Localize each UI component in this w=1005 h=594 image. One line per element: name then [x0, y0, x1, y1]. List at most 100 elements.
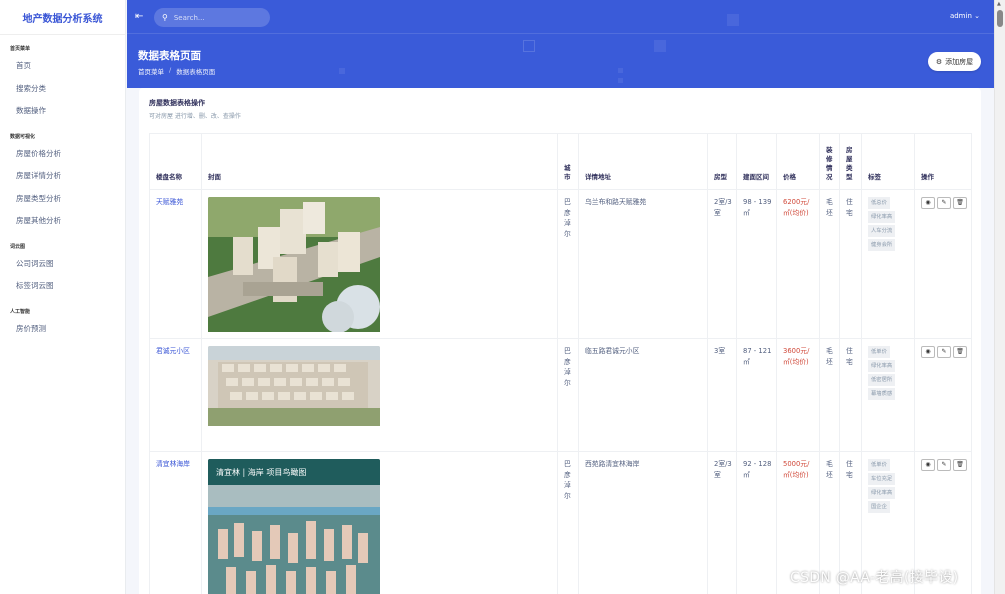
nav-heading-ai: 人工智能	[10, 308, 31, 315]
cell-tags: 低总价 绿化率高 人车分流 健身会所	[861, 189, 915, 339]
cell-name: 天赋雅苑	[149, 189, 202, 339]
add-house-label: 添加房屋	[945, 57, 974, 66]
table-row: 天赋雅苑 巴彦淖尔 乌兰布和路天赋雅苑 2室/3室 98 - 139㎡ 6200…	[149, 189, 972, 339]
gear-icon: ⚙	[935, 57, 943, 66]
cell-city: 巴彦淖尔	[557, 189, 579, 339]
brand-title[interactable]: 地产数据分析系统	[0, 0, 125, 35]
house-name-link[interactable]: 清宜林海岸	[156, 460, 190, 468]
tag-badge: 绿化率高	[868, 360, 896, 372]
tag-badge: 绿化率高	[868, 211, 896, 223]
cell-actions: ◉ ✎ 🗑	[914, 189, 972, 339]
table-row: 君诚元小区 巴彦淖尔 临五路君诚元小区 3室 87 - 121㎡ 3600元/㎡…	[149, 338, 972, 452]
user-menu[interactable]: admin ⌄	[950, 12, 980, 20]
page-title: 数据表格页面	[138, 50, 201, 62]
tag-badge: 人车分流	[868, 225, 896, 237]
col-header-type: 房屋类型	[839, 133, 862, 190]
tag-badge: 低单价	[868, 459, 890, 471]
col-header-address: 详情地址	[578, 133, 708, 190]
cell-address: 临五路君诚元小区	[578, 338, 708, 452]
sidebar-item-tag-cloud[interactable]: 标签词云图	[0, 275, 125, 298]
house-table: 楼盘名称 封面 城市 详情地址 房型 建面区间 价格 装修情况 房屋类型 标签 …	[149, 133, 972, 594]
tag-badge: 绿化率高	[868, 487, 896, 499]
col-header-rooms: 房型	[707, 133, 737, 190]
view-icon[interactable]: ◉	[921, 459, 935, 471]
cell-area: 92 - 128㎡	[736, 451, 777, 594]
delete-icon[interactable]: 🗑	[953, 197, 967, 209]
sidebar-item-other-analysis[interactable]: 房屋其他分析	[0, 210, 125, 233]
cell-decoration: 毛坯	[819, 338, 840, 452]
cell-address: 乌兰布和路天赋雅苑	[578, 189, 708, 339]
sidebar-toggle-icon[interactable]: ⇤	[135, 11, 146, 22]
breadcrumb-home[interactable]: 首页菜单	[138, 66, 164, 76]
cell-area: 98 - 139㎡	[736, 189, 777, 339]
sidebar-item-home[interactable]: 首页	[0, 55, 125, 78]
delete-icon[interactable]: 🗑	[953, 459, 967, 471]
sidebar-item-company-cloud[interactable]: 公司词云图	[0, 253, 125, 276]
cell-city: 巴彦淖尔	[557, 338, 579, 452]
col-header-name: 楼盘名称	[149, 133, 202, 190]
sidebar-item-type-analysis[interactable]: 房屋类型分析	[0, 188, 125, 211]
edit-icon[interactable]: ✎	[937, 346, 951, 358]
add-house-button[interactable]: ⚙ 添加房屋	[928, 52, 981, 71]
col-header-area: 建面区间	[736, 133, 777, 190]
cover-image: 清宜林 | 海岸 项目鸟瞰图	[208, 459, 380, 594]
cell-price: 3600元/㎡(均价)	[776, 338, 820, 452]
data-table-card: 房屋数据表格操作 可对房屋 进行增、删、改、查操作 楼盘名称 封面 城市 详情地…	[139, 88, 981, 594]
cell-address: 西苑路清宜林海岸	[578, 451, 708, 594]
breadcrumb-separator: /	[169, 66, 172, 74]
cover-banner-text: 清宜林 | 海岸 项目鸟瞰图	[216, 468, 307, 477]
card-title: 房屋数据表格操作	[149, 99, 205, 107]
cell-city: 巴彦淖尔	[557, 451, 579, 594]
nav-heading-wordcloud: 词云图	[10, 243, 26, 250]
house-name-link[interactable]: 君诚元小区	[156, 347, 190, 355]
col-header-actions: 操作	[914, 133, 972, 190]
edit-icon[interactable]: ✎	[937, 197, 951, 209]
cell-rooms: 2室/3室	[707, 189, 737, 339]
tag-badge: 健身会所	[868, 239, 896, 251]
sidebar-item-data-ops[interactable]: 数据操作	[0, 100, 125, 123]
col-header-cover: 封面	[201, 133, 558, 190]
card-subtitle: 可对房屋 进行增、删、改、查操作	[149, 113, 241, 120]
sidebar-item-search[interactable]: 搜索分类	[0, 78, 125, 101]
cell-type: 住宅	[839, 338, 862, 452]
watermark: CSDN @AA-老高(接毕设)	[790, 570, 959, 586]
cell-decoration: 毛坯	[819, 189, 840, 339]
edit-icon[interactable]: ✎	[937, 459, 951, 471]
cell-cover	[201, 338, 558, 452]
tag-badge: 车位充足	[868, 473, 896, 485]
sidebar: 地产数据分析系统 首页菜单 首页 搜索分类 数据操作 数据可视化 房屋价格分析 …	[0, 0, 126, 594]
col-header-price: 价格	[776, 133, 820, 190]
delete-icon[interactable]: 🗑	[953, 346, 967, 358]
col-header-decoration: 装修情况	[819, 133, 840, 190]
cell-rooms: 3室	[707, 338, 737, 452]
cell-actions: ◉ ✎ 🗑	[914, 338, 972, 452]
scroll-thumb[interactable]	[997, 10, 1003, 27]
tag-badge: 低单价	[868, 346, 890, 358]
chevron-down-icon: ⌄	[974, 12, 980, 20]
cover-image	[208, 197, 380, 336]
view-icon[interactable]: ◉	[921, 197, 935, 209]
cell-name: 君诚元小区	[149, 338, 202, 452]
cell-area: 87 - 121㎡	[736, 338, 777, 452]
breadcrumb: 首页菜单 / 数据表格页面	[138, 66, 215, 76]
tag-badge: 国企企	[868, 501, 890, 513]
breadcrumb-current: 数据表格页面	[176, 68, 216, 76]
user-name: admin	[949, 12, 972, 20]
search-input[interactable]	[173, 13, 254, 22]
scroll-up-icon[interactable]: ▲	[997, 1, 1001, 7]
view-icon[interactable]: ◉	[921, 346, 935, 358]
search-box[interactable]: ⚲	[154, 8, 270, 27]
sidebar-item-detail-analysis[interactable]: 房屋详情分析	[0, 165, 125, 188]
tag-badge: 低总价	[868, 197, 890, 209]
topbar: ⇤ ⚲ admin ⌄	[127, 0, 994, 34]
nav-heading-home: 首页菜单	[10, 46, 31, 52]
tag-badge: 幕墙质感	[868, 388, 896, 400]
cell-tags: 低单价 绿化率高 低密居所 幕墙质感	[861, 338, 915, 452]
sidebar-item-price-prediction[interactable]: 房价预测	[0, 318, 125, 341]
house-name-link[interactable]: 天赋雅苑	[156, 198, 183, 206]
cell-cover: 清宜林 | 海岸 项目鸟瞰图	[201, 451, 558, 594]
search-icon: ⚲	[162, 13, 168, 22]
cover-image	[208, 346, 380, 430]
page-scrollbar[interactable]: ▲	[994, 0, 1005, 594]
sidebar-item-price-analysis[interactable]: 房屋价格分析	[0, 143, 125, 166]
